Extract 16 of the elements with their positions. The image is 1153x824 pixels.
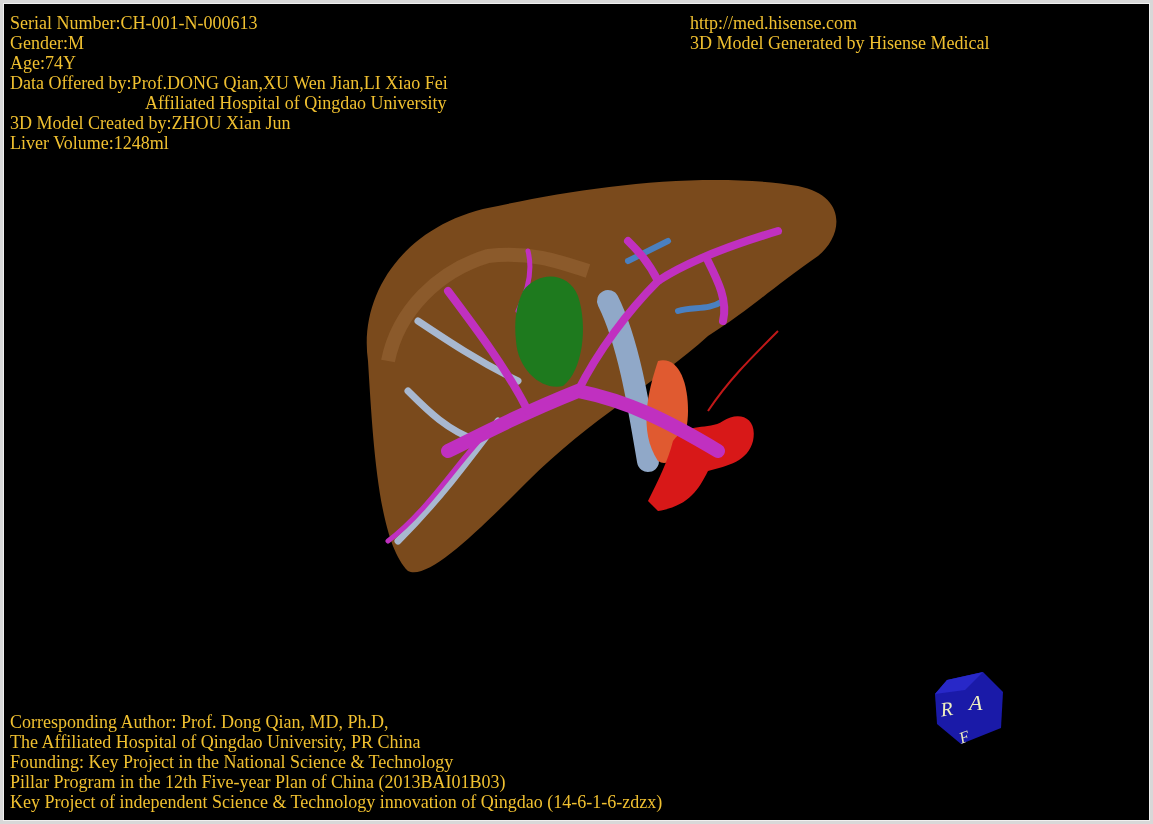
patient-info-text: Data Offered by:Prof.DONG Qian,XU Wen Jian,LI Xiao Fei (10, 73, 449, 93)
credits-text: The Affiliated Hospital of Qingdao University, PR China (10, 732, 422, 752)
credits-text: Pillar Program in the 12th Five-year Plan of China (2013BAI01B03) (10, 772, 507, 792)
patient-info-text: Gender:M (10, 33, 85, 53)
patient-info-text: Affiliated Hospital of Qingdao University (144, 93, 448, 113)
orientation-cube-drawing[interactable]: R A F (935, 672, 1005, 744)
credits-text: Key Project of independent Science & Technology innovation of Qingdao (14-6-1-6-zdzx) (10, 792, 663, 812)
credits-text: Founding: Key Project in the National Science & Technology (10, 752, 455, 772)
patient-info-text: Liver Volume:1248ml (10, 133, 170, 153)
producer-info-text: http://med.hisense.com (690, 13, 858, 33)
patient-info-text: Age:74Y (10, 53, 77, 73)
patient-info-text: 3D Model Created by:ZHOU Xian Jun (10, 113, 292, 133)
producer-info-text: 3D Model Generated by Hisense Medical (690, 33, 990, 53)
patient-info-text: Serial Number:CH-001-N-000613 (10, 13, 259, 33)
viewport[interactable] (3, 3, 1150, 821)
credits-text: Corresponding Author: Prof. Dong Qian, MD, Ph.D, (10, 712, 390, 732)
